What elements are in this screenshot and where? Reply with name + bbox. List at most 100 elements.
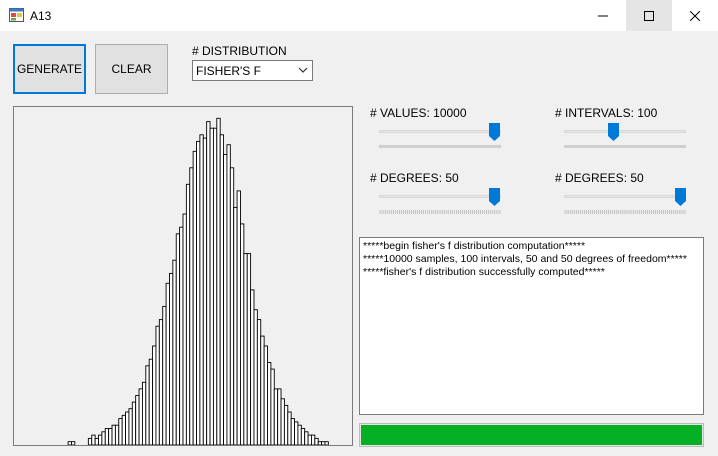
histogram-bar <box>277 388 282 445</box>
histogram-bar <box>212 127 218 445</box>
histogram-bar <box>219 134 225 445</box>
histogram-bar <box>172 259 177 445</box>
histogram-bar <box>253 309 258 445</box>
generate-button[interactable]: GENERATE <box>13 44 86 94</box>
histogram-chart <box>13 106 353 446</box>
histogram-bar <box>290 418 295 445</box>
histogram-bar <box>324 441 329 445</box>
close-icon <box>690 10 700 21</box>
maximize-button[interactable] <box>626 0 672 31</box>
histogram-bar <box>294 421 299 445</box>
histogram-bar <box>297 424 302 445</box>
histogram-bar <box>287 411 292 445</box>
histogram-bar <box>98 434 103 445</box>
distribution-select[interactable]: FISHER'S F <box>192 60 313 81</box>
histogram-bar <box>223 154 228 445</box>
minimize-button[interactable] <box>580 0 626 31</box>
values-slider[interactable] <box>375 120 505 160</box>
histogram-bar <box>121 414 126 445</box>
chevron-down-icon <box>298 67 308 73</box>
histogram-bar <box>192 150 197 445</box>
histogram-bar <box>131 401 137 445</box>
close-button[interactable] <box>672 0 718 31</box>
intervals-label: # INTERVALS: 100 <box>555 106 658 120</box>
histogram-bar <box>240 223 245 445</box>
histogram-bar <box>169 272 174 445</box>
histogram-bar <box>300 428 306 445</box>
histogram-bar <box>185 183 191 445</box>
histogram-bar <box>152 345 157 445</box>
histogram-bar <box>283 404 289 445</box>
minimize-icon <box>598 15 608 16</box>
histogram-bar <box>196 140 201 445</box>
histogram-svg <box>67 117 329 445</box>
histogram-bar <box>67 441 72 445</box>
histogram-bar <box>280 398 285 445</box>
log-output[interactable]: *****begin fisher's f distribution compu… <box>359 237 704 415</box>
histogram-bar <box>118 418 123 445</box>
degrees1-label: # DEGREES: 50 <box>370 171 459 185</box>
progress-bar <box>359 423 704 447</box>
histogram-bar <box>135 395 140 445</box>
form-client-area: GENERATE CLEAR # DISTRIBUTION FISHER'S F… <box>0 31 718 456</box>
values-label: # VALUES: 10000 <box>370 106 467 120</box>
degrees1-slider-thumb[interactable] <box>488 188 500 206</box>
degrees2-slider-thumb[interactable] <box>675 188 686 206</box>
histogram-bar <box>145 365 150 445</box>
histogram-bar <box>246 253 252 445</box>
degrees2-label: # DEGREES: 50 <box>555 171 644 185</box>
histogram-bar <box>108 428 113 445</box>
histogram-bar <box>182 213 187 445</box>
title-bar: A13 <box>0 0 718 31</box>
histogram-bar <box>141 381 147 445</box>
histogram-bar <box>256 319 262 445</box>
histogram-bar <box>158 319 164 445</box>
histogram-bar <box>260 335 265 445</box>
histogram-bar <box>317 441 323 445</box>
log-line: *****begin fisher's f distribution compu… <box>363 240 586 252</box>
window-title: A13 <box>30 9 52 23</box>
histogram-bar <box>155 325 160 445</box>
distribution-selected-value: FISHER'S F <box>196 64 261 78</box>
histogram-bar <box>263 345 268 445</box>
intervals-slider-ticks <box>564 145 686 148</box>
values-slider-ticks <box>379 145 501 148</box>
histogram-bar <box>91 434 96 445</box>
histogram-bar <box>236 190 241 445</box>
degrees2-slider-track <box>564 195 686 198</box>
histogram-bar <box>199 134 204 445</box>
clear-button[interactable]: CLEAR <box>95 44 168 94</box>
values-slider-thumb[interactable] <box>488 123 500 141</box>
intervals-slider[interactable] <box>560 120 690 160</box>
histogram-bar <box>111 424 116 445</box>
histogram-bar <box>104 428 110 445</box>
histogram-bar <box>162 305 167 445</box>
histogram-bar <box>314 437 319 445</box>
app-icon <box>9 8 24 22</box>
log-line: *****fisher's f distribution successfull… <box>363 266 605 278</box>
distribution-label: # DISTRIBUTION <box>192 44 287 58</box>
progress-fill <box>361 425 702 445</box>
histogram-bar <box>114 424 120 445</box>
maximize-icon <box>644 10 654 21</box>
degrees1-slider-track <box>379 195 501 198</box>
histogram-bar <box>165 282 170 445</box>
histogram-bar <box>267 362 272 445</box>
histogram-bar <box>226 144 231 445</box>
histogram-bar <box>321 441 326 445</box>
histogram-bar <box>206 121 211 445</box>
intervals-slider-thumb[interactable] <box>608 123 620 141</box>
degrees1-slider[interactable] <box>375 185 505 225</box>
histogram-bar <box>243 253 248 445</box>
histogram-bar <box>273 388 279 445</box>
histogram-bar <box>71 441 76 445</box>
degrees2-slider[interactable] <box>560 185 690 225</box>
histogram-bar <box>101 431 106 445</box>
histogram-bar <box>148 358 154 445</box>
histogram-bar <box>189 167 194 445</box>
histogram-bar <box>229 167 235 445</box>
histogram-bar <box>202 137 208 445</box>
histogram-bar <box>250 289 255 445</box>
values-slider-track <box>379 130 501 133</box>
log-line: *****10000 samples, 100 intervals, 50 an… <box>363 253 687 265</box>
